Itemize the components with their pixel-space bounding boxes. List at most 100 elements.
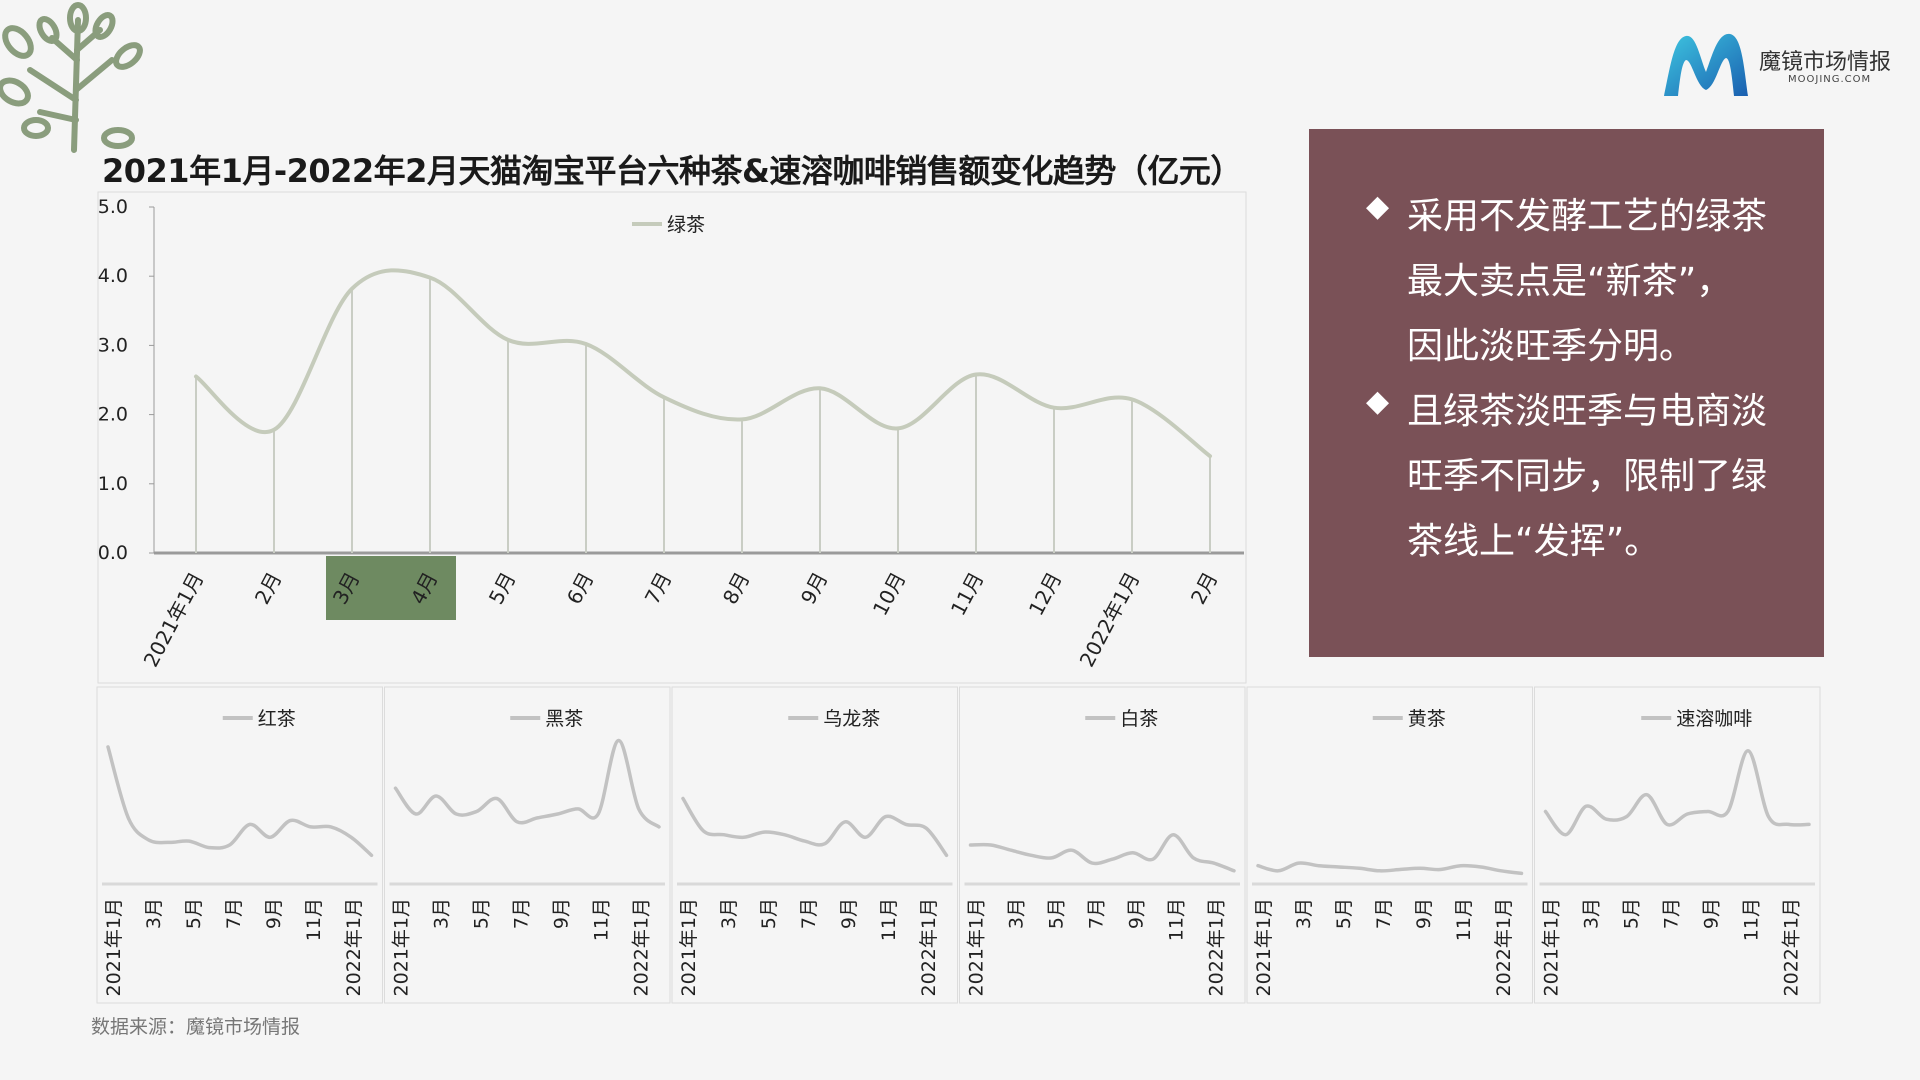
x-tick-label: 12月	[1024, 568, 1067, 619]
x-tick-label: 5月	[471, 898, 493, 929]
x-tick-label: 11月	[1741, 898, 1763, 941]
small-multiples-panel: 红茶 2021年1月 3月 5月 7月 9月 11月 2022年1月 黑茶 2021年1月 3月 5月…	[96, 686, 1821, 1004]
x-tick-label: 5月	[1621, 898, 1643, 929]
data-point	[194, 375, 198, 379]
small-chart-3: 乌龙茶 2021年1月 3月 5月 7月 9月 11月 2022年1月	[671, 686, 958, 1004]
x-tick-label: 2022年1月	[1075, 568, 1145, 671]
x-tick-label: 5月	[1333, 898, 1355, 929]
series-line-green-tea	[194, 268, 1212, 459]
y-tick-label: 5.0	[98, 196, 128, 218]
small-chart-1: 红茶 2021年1月 3月 5月 7月 9月 11月 2022年1月	[96, 686, 383, 1004]
series-line	[106, 745, 374, 858]
x-tick-label: 2022年1月	[918, 898, 940, 996]
logo-name-cn: 魔镜市场情报	[1759, 50, 1892, 75]
data-point	[428, 276, 432, 280]
data-point	[896, 426, 900, 430]
small-chart-frame	[959, 686, 1246, 1004]
x-tick-label: 2021年1月	[139, 568, 209, 671]
chart-frame	[97, 191, 1247, 684]
data-point	[350, 287, 354, 291]
data-point	[818, 386, 822, 390]
series-line	[1543, 749, 1811, 837]
x-tick-label: 7月	[1373, 898, 1395, 929]
x-tick-label: 7月	[1086, 898, 1108, 929]
x-tick-label: 2月	[250, 568, 287, 608]
x-tick-label: 11月	[1453, 898, 1475, 941]
x-tick-label: 2月	[1186, 568, 1223, 608]
x-tick-label: 2021年1月	[1541, 898, 1563, 996]
chart-title: 2021年1月-2022年2月天猫淘宝平台六种茶&速溶咖啡销售额变化趋势（亿元）	[102, 152, 1242, 190]
small-chart-4: 白茶 2021年1月 3月 5月 7月 9月 11月 2022年1月	[959, 686, 1246, 1004]
series-line	[393, 738, 661, 829]
x-tick-label: 2021年1月	[1253, 898, 1275, 996]
insight-note-box: ◆ 采用不发酵工艺的绿茶 最大卖点是“新茶”， 因此淡旺季分明。 ◆ 且绿茶淡旺季与电商淡…	[1309, 129, 1824, 657]
legend-label: 乌龙茶	[823, 708, 880, 730]
x-tick-label: 11月	[1166, 898, 1188, 941]
x-tick-label: 11月	[591, 898, 613, 941]
x-tick-label: 5月	[183, 898, 205, 929]
x-tick-label: 3月	[1293, 898, 1315, 929]
data-point	[662, 395, 666, 399]
x-tick-label: 9月	[1413, 898, 1435, 929]
y-tick-label: 2.0	[98, 404, 128, 426]
x-tick-label: 7月	[798, 898, 820, 929]
x-tick-label: 7月	[640, 568, 677, 608]
x-tick-label: 9月	[551, 898, 573, 929]
note-line: 且绿茶淡旺季与电商淡	[1407, 391, 1768, 432]
x-tick-label: 8月	[718, 568, 755, 608]
data-point	[1130, 397, 1134, 401]
x-tick-label: 9月	[1126, 898, 1148, 929]
y-tick-label: 3.0	[98, 334, 128, 356]
x-tick-label: 11月	[878, 898, 900, 941]
small-chart-5: 黄茶 2021年1月 3月 5月 7月 9月 11月 2022年1月	[1246, 686, 1533, 1004]
x-tick-label: 9月	[796, 568, 833, 608]
data-point	[584, 342, 588, 346]
x-tick-label: 3月	[718, 898, 740, 929]
moojing-logo-icon	[1664, 33, 1748, 96]
x-tick-label: 5月	[484, 568, 521, 608]
small-chart-frame	[1534, 686, 1821, 1004]
x-tick-label: 2021年1月	[391, 898, 413, 996]
x-tick-label: 6月	[562, 568, 599, 608]
x-tick-label: 9月	[1701, 898, 1723, 929]
series-line	[681, 796, 949, 858]
x-tick-label: 7月	[223, 898, 245, 929]
note-line: 旺季不同步，限制了绿	[1407, 456, 1768, 497]
x-tick-label: 2022年1月	[631, 898, 653, 996]
x-tick-label: 2021年1月	[966, 898, 988, 996]
x-tick-label: 2021年1月	[103, 898, 125, 996]
small-chart-frame	[1246, 686, 1533, 1004]
legend-label: 红茶	[258, 708, 296, 730]
legend-label: 白茶	[1120, 708, 1158, 730]
data-point	[272, 428, 276, 432]
x-tick-label: 3月	[1581, 898, 1603, 929]
data-point	[974, 372, 978, 376]
legend-label: 速溶咖啡	[1676, 708, 1752, 730]
note-line: 采用不发酵工艺的绿茶	[1407, 196, 1768, 237]
x-tick-label: 7月	[1661, 898, 1683, 929]
logo-name-en: MOOJING.COM	[1788, 74, 1872, 85]
x-tick-label: 5月	[758, 898, 780, 929]
small-chart-frame	[96, 686, 383, 1004]
x-tick-label: 7月	[511, 898, 533, 929]
small-chart-2: 黑茶 2021年1月 3月 5月 7月 9月 11月 2022年1月	[384, 686, 671, 1004]
x-tick-label: 9月	[263, 898, 285, 929]
note-line: 因此淡旺季分明。	[1407, 326, 1696, 367]
x-tick-label: 2021年1月	[678, 898, 700, 996]
data-point	[1208, 454, 1212, 458]
data-point	[506, 338, 510, 342]
x-tick-label: 2022年1月	[1206, 898, 1228, 996]
data-source-note: 数据来源：魔镜市场情报	[91, 1016, 301, 1038]
bullet-diamond-icon: ◆	[1366, 384, 1390, 419]
series-line	[968, 832, 1236, 873]
leaf-branch-decoration	[0, 2, 143, 153]
legend-label: 黑茶	[545, 708, 583, 730]
small-chart-6: 速溶咖啡 2021年1月 3月 5月 7月 9月 11月 2022年1月	[1534, 686, 1821, 1004]
x-tick-label: 3月	[1006, 898, 1028, 929]
x-tick-label: 11月	[303, 898, 325, 941]
data-point	[740, 417, 744, 421]
y-tick-label: 1.0	[98, 473, 128, 495]
data-point	[1052, 406, 1056, 410]
x-tick-label: 2022年1月	[343, 898, 365, 996]
x-tick-label: 5月	[1046, 898, 1068, 929]
